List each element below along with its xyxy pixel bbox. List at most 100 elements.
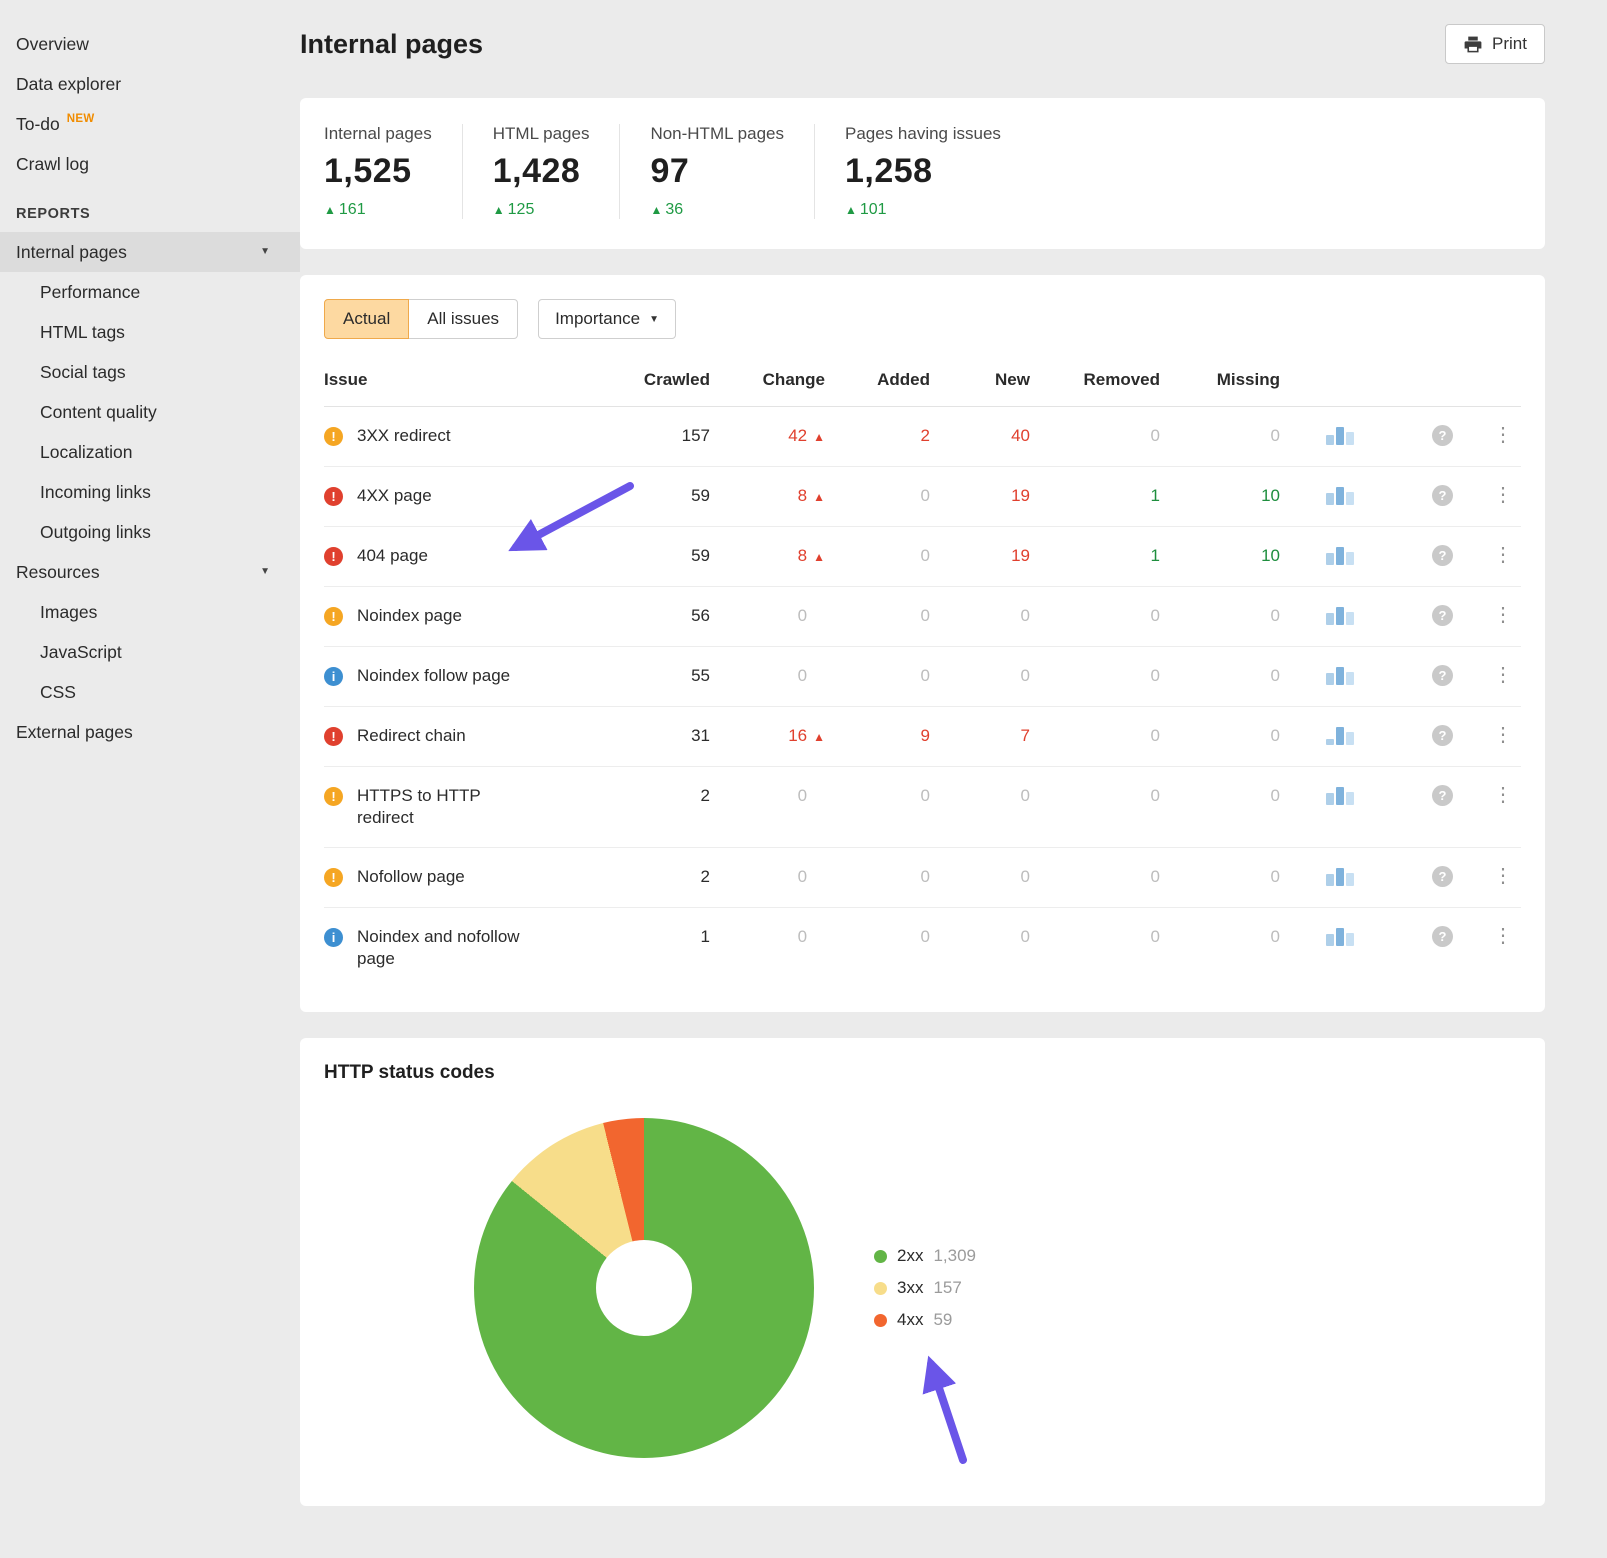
- main-content: Internal pages Print Internal pages1,525…: [300, 0, 1607, 1546]
- change-value: 0▲: [710, 785, 825, 808]
- kebab-menu-icon[interactable]: ⋮: [1485, 785, 1521, 805]
- sidebar-item-content-quality[interactable]: Content quality: [0, 392, 300, 432]
- sidebar-item-outgoing-links[interactable]: Outgoing links: [0, 512, 300, 552]
- issue-link[interactable]: Noindex follow page: [357, 665, 510, 687]
- kebab-menu-icon[interactable]: ⋮: [1485, 485, 1521, 505]
- sidebar-item-internal-pages[interactable]: Internal pages▼: [0, 232, 300, 272]
- issue-link[interactable]: Nofollow page: [357, 866, 465, 888]
- help-cell: ?: [1400, 605, 1485, 626]
- mini-bar-chart: [1280, 926, 1400, 946]
- change-value: 0▲: [710, 605, 825, 628]
- tab-actual[interactable]: Actual: [324, 299, 409, 339]
- sidebar-item-incoming-links[interactable]: Incoming links: [0, 472, 300, 512]
- page-header: Internal pages Print: [300, 18, 1545, 70]
- sidebar-item-to-do[interactable]: To-doNEW: [0, 104, 300, 144]
- sidebar-item-resources[interactable]: Resources▼: [0, 552, 300, 592]
- added-value: 0: [825, 785, 930, 807]
- mini-bar: [1336, 928, 1344, 946]
- change-value: 0▲: [710, 866, 825, 889]
- warning-icon: !: [324, 787, 343, 806]
- print-button[interactable]: Print: [1445, 24, 1545, 64]
- added-value: 0: [825, 665, 930, 687]
- sidebar-section-reports: REPORTS: [0, 184, 300, 232]
- help-cell: ?: [1400, 425, 1485, 446]
- crawled-value: 55: [615, 665, 710, 687]
- printer-icon: [1463, 35, 1483, 54]
- help-cell: ?: [1400, 665, 1485, 686]
- mini-bar: [1336, 727, 1344, 745]
- issue-link[interactable]: 4XX page: [357, 485, 432, 507]
- sidebar-item-localization[interactable]: Localization: [0, 432, 300, 472]
- table-row-4xx-page: !4XX page598▲019110?⋮: [324, 467, 1521, 527]
- help-icon[interactable]: ?: [1432, 665, 1453, 686]
- sidebar-item-label: Social tags: [40, 361, 126, 383]
- issue-cell: !404 page: [324, 545, 615, 567]
- sidebar-item-overview[interactable]: Overview: [0, 24, 300, 64]
- sidebar-item-performance[interactable]: Performance: [0, 272, 300, 312]
- help-icon[interactable]: ?: [1432, 725, 1453, 746]
- help-icon[interactable]: ?: [1432, 425, 1453, 446]
- missing-value: 0: [1160, 665, 1280, 687]
- help-cell: ?: [1400, 926, 1485, 947]
- importance-label: Importance: [555, 309, 640, 329]
- column-header-added: Added: [825, 367, 930, 391]
- issue-link[interactable]: 3XX redirect: [357, 425, 451, 447]
- kebab-menu-icon[interactable]: ⋮: [1485, 725, 1521, 745]
- help-icon[interactable]: ?: [1432, 605, 1453, 626]
- help-cell: ?: [1400, 785, 1485, 806]
- kebab-menu-icon[interactable]: ⋮: [1485, 866, 1521, 886]
- sidebar-item-crawl-log[interactable]: Crawl log: [0, 144, 300, 184]
- missing-value: 0: [1160, 605, 1280, 627]
- sidebar-item-data-explorer[interactable]: Data explorer: [0, 64, 300, 104]
- stat-internal-pages: Internal pages1,525▲161: [324, 124, 462, 219]
- mini-bar: [1346, 873, 1354, 886]
- kebab-menu-icon[interactable]: ⋮: [1485, 665, 1521, 685]
- new-value: 19: [930, 485, 1030, 507]
- issue-link[interactable]: Noindex and nofollow page: [357, 926, 537, 970]
- up-triangle-icon: ▲: [650, 203, 662, 217]
- new-value: 7: [930, 725, 1030, 747]
- sidebar-item-html-tags[interactable]: HTML tags: [0, 312, 300, 352]
- help-icon[interactable]: ?: [1432, 545, 1453, 566]
- issue-link[interactable]: HTTPS to HTTP redirect: [357, 785, 537, 829]
- help-icon[interactable]: ?: [1432, 485, 1453, 506]
- help-cell: ?: [1400, 545, 1485, 566]
- stat-delta: ▲125: [493, 201, 590, 219]
- removed-value: 0: [1030, 926, 1160, 948]
- tab-all-issues[interactable]: All issues: [408, 299, 518, 339]
- sidebar: OverviewData explorerTo-doNEWCrawl logRE…: [0, 0, 300, 1546]
- issue-link[interactable]: Noindex page: [357, 605, 462, 627]
- legend-item-2xx: 2xx1,309: [874, 1240, 976, 1272]
- issue-link[interactable]: 404 page: [357, 545, 428, 567]
- sidebar-item-css[interactable]: CSS: [0, 672, 300, 712]
- up-triangle-icon: ▲: [845, 203, 857, 217]
- sidebar-item-social-tags[interactable]: Social tags: [0, 352, 300, 392]
- table-row-3xx-redirect: !3XX redirect15742▲24000?⋮: [324, 407, 1521, 467]
- stat-label: Pages having issues: [845, 124, 1001, 144]
- up-triangle-icon: ▲: [493, 203, 505, 217]
- sidebar-item-images[interactable]: Images: [0, 592, 300, 632]
- help-icon[interactable]: ?: [1432, 785, 1453, 806]
- legend-label: 3xx: [897, 1278, 923, 1298]
- removed-value: 1: [1030, 485, 1160, 507]
- issue-cell: !Nofollow page: [324, 866, 615, 888]
- filter-row: Actual All issues Importance ▼: [324, 299, 1521, 339]
- change-value: 0▲: [710, 926, 825, 949]
- added-value: 9: [825, 725, 930, 747]
- warning-icon: !: [324, 607, 343, 626]
- importance-dropdown[interactable]: Importance ▼: [538, 299, 676, 339]
- help-icon[interactable]: ?: [1432, 866, 1453, 887]
- help-icon[interactable]: ?: [1432, 926, 1453, 947]
- kebab-menu-icon[interactable]: ⋮: [1485, 425, 1521, 445]
- kebab-menu-icon[interactable]: ⋮: [1485, 605, 1521, 625]
- removed-value: 0: [1030, 665, 1160, 687]
- sidebar-item-external-pages[interactable]: External pages: [0, 712, 300, 752]
- mini-bar: [1336, 487, 1344, 505]
- mini-bar: [1336, 787, 1344, 805]
- kebab-menu-icon[interactable]: ⋮: [1485, 545, 1521, 565]
- issue-link[interactable]: Redirect chain: [357, 725, 466, 747]
- mini-bar-chart: [1280, 425, 1400, 445]
- sidebar-item-javascript[interactable]: JavaScript: [0, 632, 300, 672]
- kebab-menu-icon[interactable]: ⋮: [1485, 926, 1521, 946]
- legend-label: 2xx: [897, 1246, 923, 1266]
